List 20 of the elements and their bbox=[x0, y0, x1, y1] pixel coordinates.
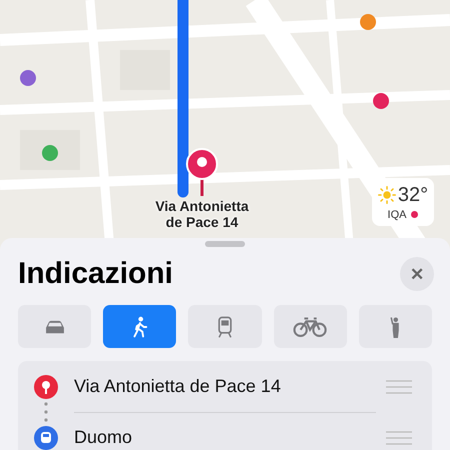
route-dots-icon bbox=[44, 402, 48, 422]
drag-handle-icon[interactable] bbox=[386, 380, 412, 394]
stop-name[interactable]: Duomo bbox=[74, 412, 376, 450]
destination-label: Via Antonietta de Pace 14 bbox=[154, 198, 250, 230]
pin-icon bbox=[34, 374, 58, 398]
transport-mode-tab[interactable] bbox=[103, 305, 176, 348]
drag-handle-icon[interactable] bbox=[386, 430, 412, 444]
temperature: 32° bbox=[398, 184, 428, 206]
transport-mode-tab[interactable] bbox=[274, 305, 347, 348]
train-icon bbox=[34, 426, 58, 450]
close-button[interactable]: ✕ bbox=[400, 257, 434, 291]
transport-mode-tab[interactable] bbox=[358, 305, 432, 348]
bicycle-icon bbox=[293, 316, 328, 338]
sheet-title: Indicazioni bbox=[18, 257, 174, 291]
destination-pin-icon[interactable] bbox=[184, 148, 220, 198]
air-quality-label: IQA bbox=[388, 208, 406, 220]
transport-mode-tab[interactable] bbox=[18, 305, 92, 348]
stop-name[interactable]: Via Antonietta de Pace 14 bbox=[74, 360, 376, 412]
sun-icon bbox=[378, 186, 396, 204]
transport-mode-tab[interactable] bbox=[188, 305, 262, 348]
